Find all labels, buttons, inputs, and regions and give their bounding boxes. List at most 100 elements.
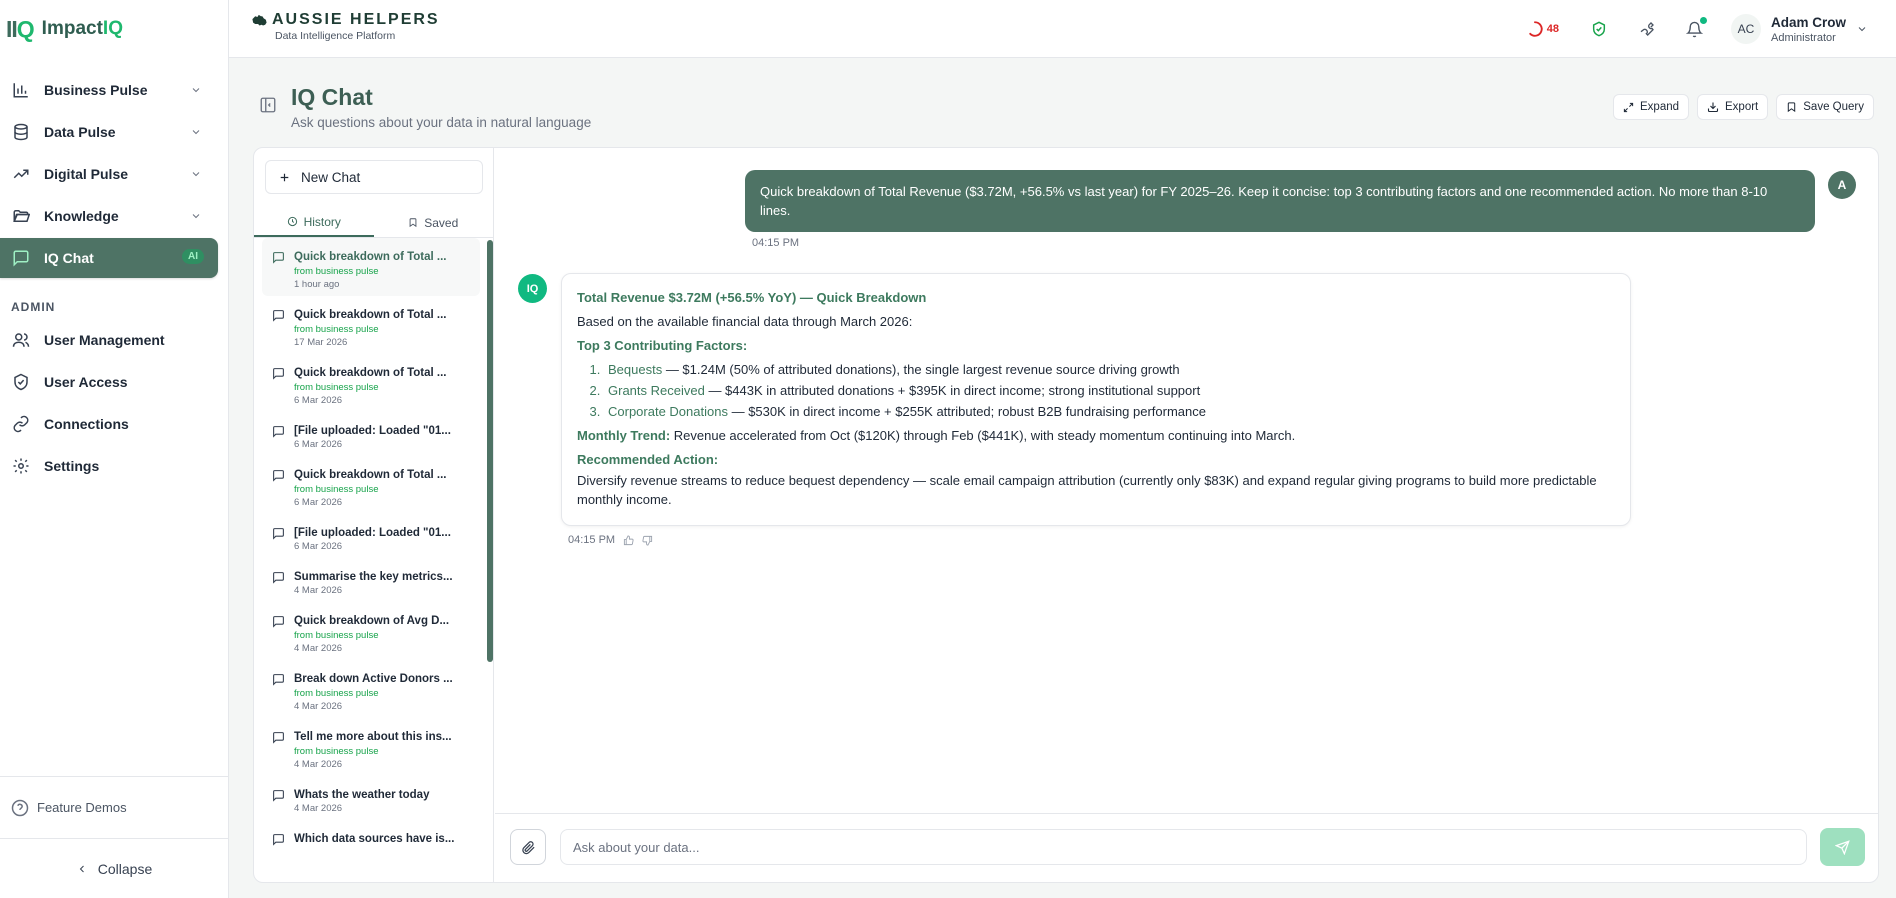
list-item[interactable]: Quick breakdown of Total ... from busines…	[254, 296, 486, 354]
sidebar-item-settings[interactable]: Settings	[0, 446, 228, 486]
chat-composer	[495, 813, 1878, 882]
user-menu[interactable]: AC Adam Crow Administrator	[1730, 14, 1868, 44]
history-date: 1 hour ago	[294, 279, 340, 290]
message-square-icon	[272, 469, 285, 508]
message-square-icon	[272, 309, 285, 348]
wrench-icon	[1639, 21, 1655, 37]
list-item[interactable]: Quick breakdown of Total ... from busines…	[254, 354, 486, 412]
plus-icon	[278, 171, 291, 184]
thumbs-up-icon[interactable]	[623, 534, 634, 546]
sidebar-toggle-icon[interactable]	[259, 96, 277, 130]
thumbs-down-icon[interactable]	[642, 535, 653, 546]
message-square-icon	[272, 425, 285, 450]
history-date: 4 Mar 2026	[294, 701, 343, 712]
activity-indicator[interactable]: 48	[1526, 20, 1559, 38]
page-actions: Expand Export Save Query	[1613, 94, 1874, 120]
action-heading: Recommended Action:	[577, 452, 719, 467]
tab-saved[interactable]: Saved	[374, 208, 494, 237]
sidebar-item-data-pulse[interactable]: Data Pulse	[0, 112, 228, 152]
sidebar-item-label: Knowledge	[44, 208, 119, 224]
history-date: 6 Mar 2026	[294, 395, 343, 406]
collapse-sidebar-button[interactable]: Collapse	[0, 838, 228, 898]
sidebar-item-label: User Access	[44, 374, 128, 390]
list-item[interactable]: Quick breakdown of Total ... from busines…	[254, 456, 486, 514]
sidebar-item-label: Business Pulse	[44, 82, 148, 98]
chevron-down-icon	[190, 210, 202, 222]
history-title: Break down Active Donors ...	[294, 673, 453, 685]
gear-icon	[12, 457, 30, 475]
chat-input[interactable]	[560, 829, 1807, 865]
response-heading: Total Revenue $3.72M (+56.5% YoY) — Quic…	[577, 290, 927, 305]
org-brand: AUSSIE HELPERS Data Intelligence Platfor…	[251, 11, 440, 42]
sidebar-item-connections[interactable]: Connections	[0, 404, 228, 444]
factors-list: Bequests — $1.24M (50% of attributed don…	[604, 360, 1615, 421]
sidebar: IIQ ImpactIQ Business Pulse Data Pulse D…	[0, 0, 229, 898]
history-scrollbar[interactable]	[487, 240, 493, 662]
save-query-label: Save Query	[1803, 101, 1864, 113]
brand-logo[interactable]: IIQ ImpactIQ	[0, 0, 228, 58]
message-square-icon	[272, 251, 285, 290]
feature-demos-link[interactable]: Feature Demos	[0, 776, 228, 838]
history-title: Whats the weather today	[294, 789, 430, 801]
sidebar-item-knowledge[interactable]: Knowledge	[0, 196, 228, 236]
chevron-left-icon	[76, 863, 88, 875]
brand-mark: IIQ	[6, 15, 35, 42]
list-item[interactable]: [File uploaded: Loaded "01... 6 Mar 2026	[254, 514, 486, 558]
topbar: AUSSIE HELPERS Data Intelligence Platfor…	[229, 0, 1896, 58]
sidebar-item-user-management[interactable]: User Management	[0, 320, 228, 360]
attach-file-button[interactable]	[510, 829, 546, 865]
page-header: IQ Chat Ask questions about your data in…	[259, 84, 591, 130]
link-icon	[12, 415, 30, 433]
bar-chart-icon	[12, 81, 30, 99]
message-timestamp: 04:15 PM	[568, 534, 616, 546]
main-nav: Business Pulse Data Pulse Digital Pulse …	[0, 58, 228, 486]
history-title: Tell me more about this ins...	[294, 731, 452, 743]
security-status-button[interactable]	[1587, 17, 1611, 41]
sidebar-item-user-access[interactable]: User Access	[0, 362, 228, 402]
history-tabs: History Saved	[254, 208, 493, 238]
new-chat-label: New Chat	[301, 169, 361, 185]
message-square-icon	[272, 615, 285, 654]
message-square-icon	[272, 527, 285, 552]
notifications-button[interactable]	[1683, 15, 1709, 41]
bookmark-icon	[1786, 101, 1797, 113]
list-item[interactable]: Which data sources have is...	[254, 820, 486, 852]
feature-demos-label: Feature Demos	[37, 800, 127, 815]
shield-check-icon	[1591, 21, 1607, 37]
history-title: Quick breakdown of Total ...	[294, 367, 447, 379]
save-query-button[interactable]: Save Query	[1776, 94, 1874, 120]
factors-heading: Top 3 Contributing Factors:	[577, 338, 748, 353]
export-button[interactable]: Export	[1697, 94, 1769, 120]
expand-button[interactable]: Expand	[1613, 94, 1690, 120]
sidebar-item-iq-chat[interactable]: IQ Chat AI	[0, 238, 218, 278]
history-date: 6 Mar 2026	[294, 497, 343, 508]
page-subtitle: Ask questions about your data in natural…	[291, 115, 592, 130]
new-chat-button[interactable]: New Chat	[265, 160, 483, 194]
tools-button[interactable]	[1635, 17, 1659, 41]
send-button[interactable]	[1820, 828, 1865, 866]
history-date: 4 Mar 2026	[294, 759, 343, 770]
avatar: AC	[1730, 14, 1761, 44]
sidebar-item-digital-pulse[interactable]: Digital Pulse	[0, 154, 228, 194]
user-role: Administrator	[1770, 31, 1836, 44]
list-item[interactable]: Tell me more about this ins... from busin…	[254, 718, 486, 776]
message-square-icon	[272, 731, 285, 770]
sidebar-item-label: Settings	[44, 458, 100, 474]
list-item[interactable]: [File uploaded: Loaded "01... 6 Mar 2026	[254, 412, 486, 456]
chat-panel: New Chat History Saved Quick breakdown o…	[253, 147, 1879, 883]
sidebar-item-label: Data Pulse	[44, 124, 116, 140]
sidebar-item-label: User Management	[44, 332, 165, 348]
history-date: 6 Mar 2026	[294, 541, 343, 552]
loading-ring-icon	[1526, 20, 1544, 38]
list-item[interactable]: Whats the weather today 4 Mar 2026	[254, 776, 486, 820]
list-item[interactable]: Quick breakdown of Avg D... from business…	[254, 602, 486, 660]
history-title: Quick breakdown of Total ...	[294, 251, 447, 263]
sidebar-item-business-pulse[interactable]: Business Pulse	[0, 70, 228, 110]
tab-label: History	[303, 214, 341, 229]
list-item[interactable]: Break down Active Donors ... from busines…	[254, 660, 486, 718]
list-item[interactable]: Quick breakdown of Total ... from busines…	[262, 238, 480, 296]
list-item[interactable]: Summarise the key metrics... 4 Mar 2026	[254, 558, 486, 602]
history-source: from business pulse	[294, 746, 379, 757]
sidebar-footer: Feature Demos Collapse	[0, 776, 228, 898]
tab-history[interactable]: History	[254, 208, 374, 237]
